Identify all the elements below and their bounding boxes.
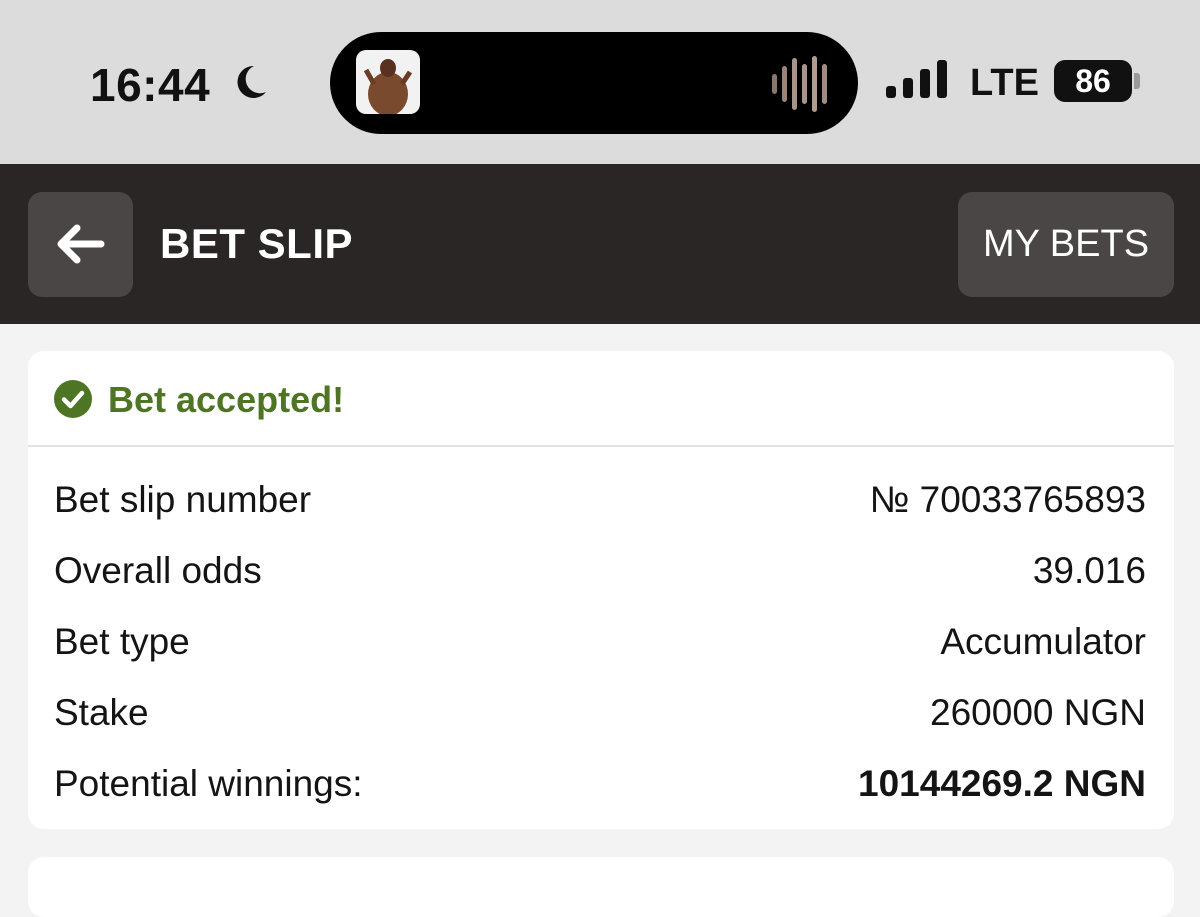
detail-value: № 70033765893 — [869, 479, 1146, 520]
moon-icon — [237, 65, 266, 98]
bet-summary-card: Bet accepted! Bet slip number № 70033765… — [28, 351, 1174, 829]
dynamic-island[interactable] — [330, 32, 858, 134]
back-button[interactable] — [28, 192, 133, 297]
network-type: LTE — [970, 62, 1039, 104]
check-circle-icon — [54, 380, 92, 418]
battery-icon: 86 — [1054, 60, 1140, 102]
bet-status-row: Bet accepted! — [28, 351, 1174, 447]
detail-row-bet-type: Bet type Accumulator — [54, 621, 1146, 677]
detail-label: Stake — [54, 692, 149, 733]
detail-row-potential-winnings: Potential winnings: 10144269.2 NGN — [54, 763, 1146, 819]
detail-value: 39.016 — [1032, 550, 1146, 591]
detail-value: 260000 NGN — [930, 692, 1146, 733]
status-bar: 16:44 LTE 86 — [0, 0, 1200, 164]
detail-value: Accumulator — [940, 621, 1146, 662]
next-card — [28, 857, 1174, 917]
album-art[interactable] — [356, 50, 420, 114]
page-title: BET SLIP — [160, 220, 354, 267]
detail-row-stake: Stake 260000 NGN — [54, 692, 1146, 748]
detail-row-bet-slip-number: Bet slip number № 70033765893 — [54, 479, 1146, 535]
waveform-icon — [772, 56, 827, 112]
my-bets-button[interactable]: MY BETS — [958, 192, 1174, 297]
bet-status-text: Bet accepted! — [108, 379, 345, 420]
detail-label: Bet type — [54, 621, 190, 662]
app-header: BET SLIP MY BETS — [0, 164, 1200, 324]
battery-level: 86 — [1075, 63, 1111, 99]
detail-label: Potential winnings: — [54, 763, 363, 804]
detail-row-overall-odds: Overall odds 39.016 — [54, 550, 1146, 606]
detail-value: 10144269.2 NGN — [858, 763, 1146, 804]
arrow-left-icon — [57, 224, 105, 264]
detail-label: Bet slip number — [54, 479, 312, 520]
signal-icon — [886, 60, 947, 98]
clock: 16:44 — [90, 59, 211, 111]
detail-label: Overall odds — [54, 550, 262, 591]
